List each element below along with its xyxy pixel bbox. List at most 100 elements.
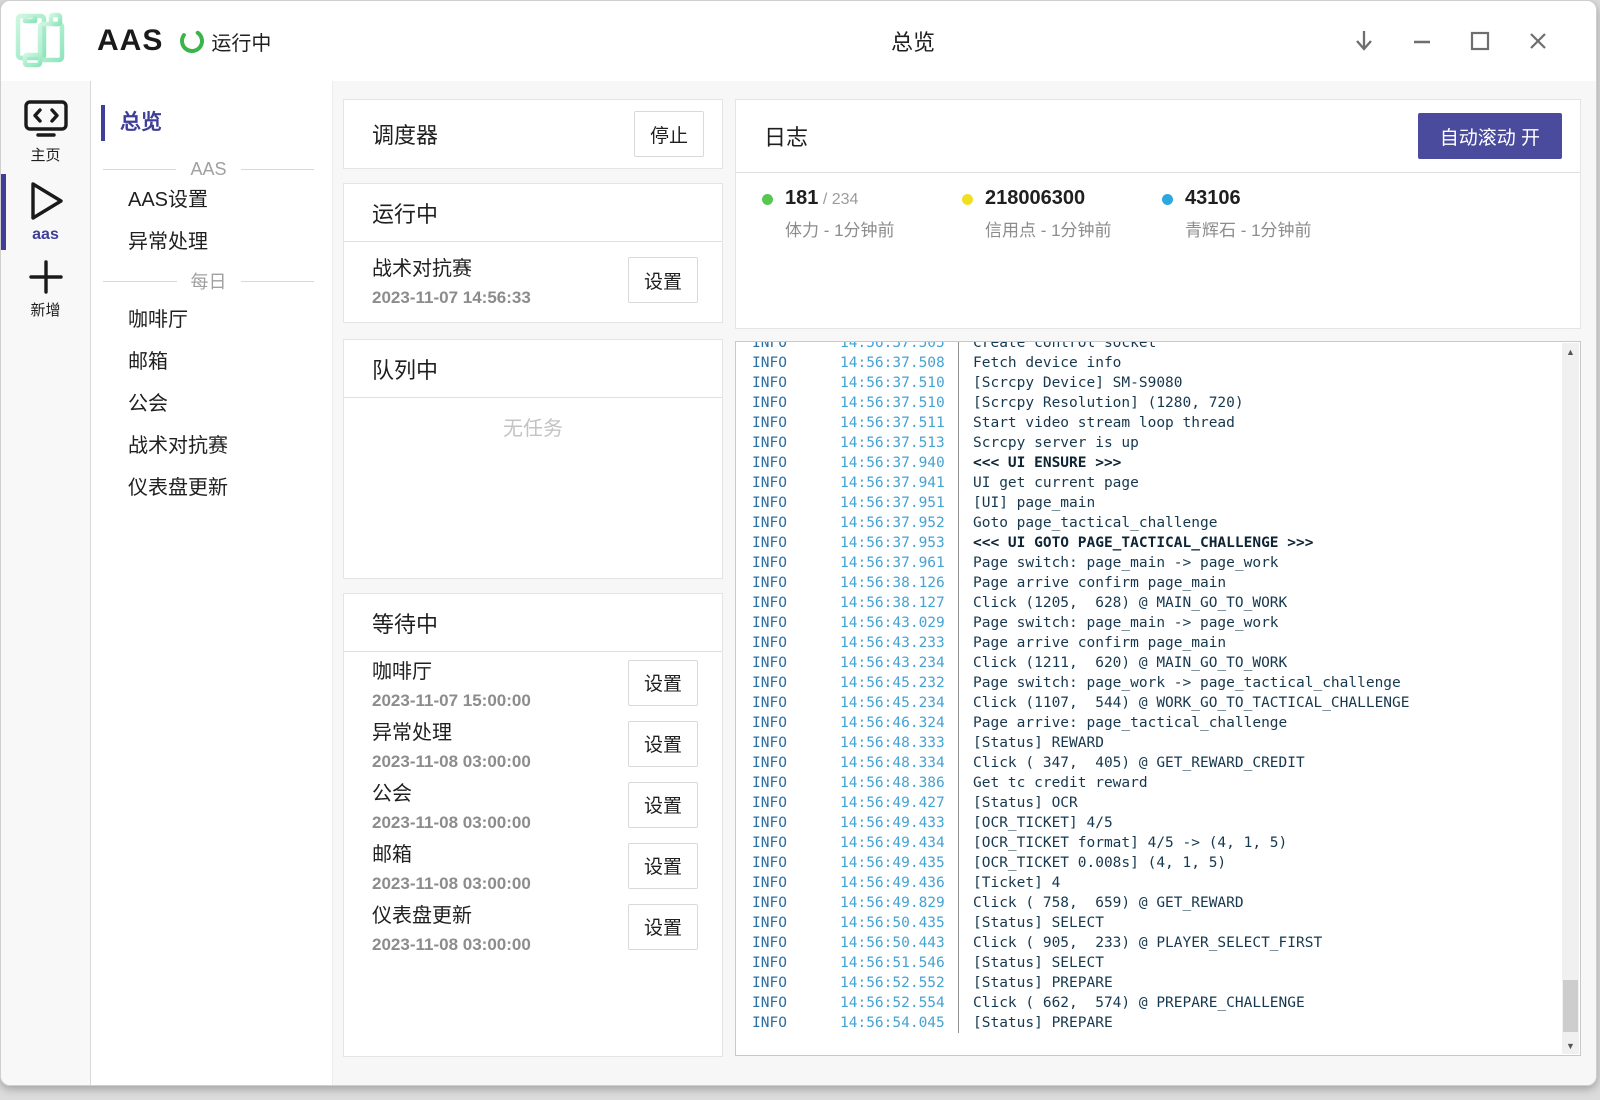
log-title: 日志 [764, 120, 808, 152]
sidebar-item-overview[interactable]: 总览 [101, 105, 332, 141]
sidebar-item-mail[interactable]: 邮箱 [91, 341, 332, 383]
log-scrollbar[interactable]: ▲ ▼ [1562, 343, 1579, 1054]
log-timestamp: 14:56:37.951 [840, 493, 958, 513]
credits-dot-icon [962, 194, 973, 205]
rail-item-home[interactable]: 主页 [1, 99, 90, 165]
log-level: INFO [736, 473, 840, 493]
log-line: INFO 14:56:37.961 Page switch: page_main… [736, 553, 1561, 573]
waiting-task-row: 公会 2023-11-08 03:00:00 设置 [344, 774, 722, 835]
log-message: [OCR_TICKET 0.008s] (4, 1, 5) [958, 853, 1226, 873]
waiting-list: 咖啡厅 2023-11-07 15:00:00 设置 异常处理 2023-11-… [344, 652, 722, 957]
log-level: INFO [736, 413, 840, 433]
log-message: <<< UI ENSURE >>> [958, 453, 1121, 473]
log-line: INFO 14:56:48.386 Get tc credit reward [736, 773, 1561, 793]
log-message: [Status] SELECT [958, 913, 1104, 933]
rail-selected-indicator [1, 174, 6, 250]
sidebar-item-exception-handling[interactable]: 异常处理 [91, 221, 332, 263]
stat-gems: 43106 青辉石 - 1分钟前 [1162, 187, 1362, 241]
log-line: INFO 14:56:37.511 Start video stream loo… [736, 413, 1561, 433]
stamina-dot-icon [762, 194, 773, 205]
log-timestamp: 14:56:51.546 [840, 953, 958, 973]
log-timestamp: 14:56:43.234 [840, 653, 958, 673]
log-line: INFO 14:56:50.435 [Status] SELECT [736, 913, 1561, 933]
log-timestamp: 14:56:37.961 [840, 553, 958, 573]
sidebar-item-tactical-challenge[interactable]: 战术对抗赛 [91, 425, 332, 467]
log-timestamp: 14:56:52.554 [840, 993, 958, 1013]
log-message: [Status] PREPARE [958, 973, 1113, 993]
sidebar-item-aas-settings[interactable]: AAS设置 [91, 179, 332, 221]
log-line: INFO 14:56:46.324 Page arrive: page_tact… [736, 713, 1561, 733]
log-line: INFO 14:56:37.951 [UI] page_main [736, 493, 1561, 513]
stat-label: 信用点 - 1分钟前 [985, 216, 1112, 241]
log-line: INFO 14:56:37.953 <<< UI GOTO PAGE_TACTI… [736, 533, 1561, 553]
log-level: INFO [736, 453, 840, 473]
section-label: AAS [190, 159, 226, 180]
log-level: INFO [736, 573, 840, 593]
log-message: [Scrcpy Device] SM-S9080 [958, 373, 1183, 393]
autoscroll-toggle-button[interactable]: 自动滚动 开 [1418, 113, 1562, 159]
log-line: INFO 14:56:54.045 [Status] PREPARE [736, 1013, 1561, 1033]
log-line: INFO 14:56:45.234 Click (1107, 544) @ WO… [736, 693, 1561, 713]
log-level: INFO [736, 373, 840, 393]
scroll-up-arrow-icon[interactable]: ▲ [1562, 343, 1579, 360]
log-level: INFO [736, 341, 840, 353]
log-line: INFO 14:56:49.434 [OCR_TICKET format] 4/… [736, 833, 1561, 853]
log-line: INFO 14:56:43.029 Page switch: page_main… [736, 613, 1561, 633]
waiting-task-row: 咖啡厅 2023-11-07 15:00:00 设置 [344, 652, 722, 713]
close-icon[interactable] [1522, 25, 1554, 57]
log-line: INFO 14:56:37.952 Goto page_tactical_cha… [736, 513, 1561, 533]
stat-credits: 218006300 信用点 - 1分钟前 [962, 187, 1162, 241]
log-level: INFO [736, 873, 840, 893]
sidebar-item-cafe[interactable]: 咖啡厅 [91, 299, 332, 341]
icon-rail: 主页 aas 新增 [1, 81, 91, 1085]
log-output-panel[interactable]: INFO 14:56:37.505 Create control socket … [735, 341, 1581, 1056]
log-level: INFO [736, 793, 840, 813]
log-timestamp: 14:56:52.552 [840, 973, 958, 993]
settings-button[interactable]: 设置 [628, 782, 698, 828]
settings-button[interactable]: 设置 [628, 257, 698, 303]
log-level: INFO [736, 673, 840, 693]
minimize-icon[interactable] [1406, 25, 1438, 57]
log-level: INFO [736, 493, 840, 513]
log-message: Page arrive confirm page_main [958, 573, 1226, 593]
log-card: 日志 自动滚动 开 181 / 234 体力 - 1分钟前 218006300 … [735, 99, 1581, 329]
maximize-icon[interactable] [1464, 25, 1496, 57]
rail-item-new[interactable]: 新增 [1, 258, 90, 320]
section-label: 每日 [191, 268, 227, 294]
log-timestamp: 14:56:37.941 [840, 473, 958, 493]
download-icon[interactable] [1348, 25, 1380, 57]
rail-label-aas: aas [32, 226, 59, 244]
rail-item-aas[interactable]: aas [1, 179, 90, 244]
log-line: INFO 14:56:37.510 [Scrcpy Device] SM-S90… [736, 373, 1561, 393]
log-message: Get tc credit reward [958, 773, 1148, 793]
log-message: Page switch: page_main -> page_work [958, 553, 1279, 573]
sidebar-item-dashboard-update[interactable]: 仪表盘更新 [91, 467, 332, 509]
log-level: INFO [736, 713, 840, 733]
stop-button[interactable]: 停止 [634, 111, 704, 157]
settings-button[interactable]: 设置 [628, 721, 698, 767]
queue-empty-text: 无任务 [344, 398, 722, 441]
main-content: 调度器 停止 运行中 战术对抗赛 2023-11-07 14:56:33 设置 … [333, 81, 1596, 1085]
log-timestamp: 14:56:48.386 [840, 773, 958, 793]
log-message: [Status] PREPARE [958, 1013, 1113, 1033]
log-message: Page switch: page_main -> page_work [958, 613, 1279, 633]
waiting-title: 等待中 [372, 607, 438, 639]
log-line: INFO 14:56:38.126 Page arrive confirm pa… [736, 573, 1561, 593]
log-level: INFO [736, 513, 840, 533]
log-line: INFO 14:56:48.334 Click ( 347, 405) @ GE… [736, 753, 1561, 773]
settings-button[interactable]: 设置 [628, 904, 698, 950]
log-line: INFO 14:56:48.333 [Status] REWARD [736, 733, 1561, 753]
sidebar-item-guild[interactable]: 公会 [91, 383, 332, 425]
scrollbar-thumb[interactable] [1563, 980, 1578, 1032]
settings-button[interactable]: 设置 [628, 843, 698, 889]
log-timestamp: 14:56:48.334 [840, 753, 958, 773]
log-level: INFO [736, 953, 840, 973]
scroll-down-arrow-icon[interactable]: ▼ [1562, 1037, 1579, 1054]
waiting-task-row: 仪表盘更新 2023-11-08 03:00:00 设置 [344, 896, 722, 957]
stat-value: 181 [785, 187, 818, 209]
waiting-card: 等待中 咖啡厅 2023-11-07 15:00:00 设置 [343, 593, 723, 1057]
log-level: INFO [736, 813, 840, 833]
settings-button[interactable]: 设置 [628, 660, 698, 706]
log-line: INFO 14:56:38.127 Click (1205, 628) @ MA… [736, 593, 1561, 613]
app-window: AAS 运行中 总览 [0, 0, 1597, 1086]
